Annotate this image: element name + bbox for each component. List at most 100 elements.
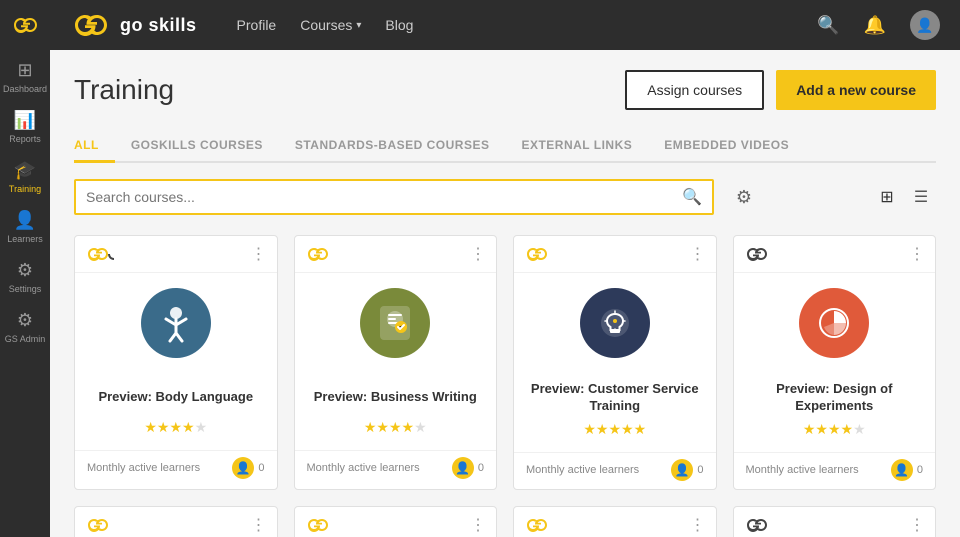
- card-footer-1: Monthly active learners 👤 0: [75, 450, 277, 487]
- tab-all[interactable]: ALL: [74, 130, 115, 163]
- card-logo-6: [305, 515, 337, 535]
- monthly-label-2: Monthly active learners: [307, 462, 420, 474]
- sidebar-item-label: Settings: [9, 284, 42, 294]
- learner-num-2: 0: [478, 462, 484, 474]
- learner-count-3: 👤 0: [671, 459, 703, 481]
- search-icon[interactable]: 🔍: [817, 15, 839, 36]
- page-title: Training: [74, 74, 174, 106]
- topnav-profile[interactable]: Profile: [237, 17, 277, 33]
- learner-count-1: 👤 0: [232, 457, 264, 479]
- card-header-6: ⋮: [295, 507, 497, 537]
- learners-icon: 👤: [14, 210, 36, 231]
- brand-name: go skills: [120, 15, 197, 36]
- blog-label: Blog: [385, 17, 413, 33]
- learner-num-4: 0: [917, 464, 923, 476]
- course-card-4[interactable]: ⋮ Preview: Design of Experiments ★★★: [733, 235, 937, 490]
- course-title-3: Preview: Customer Service Training: [526, 381, 704, 415]
- course-title-1: Preview: Body Language: [87, 381, 265, 413]
- content-area: Training Assign courses Add a new course…: [50, 50, 960, 537]
- search-input[interactable]: [86, 189, 682, 205]
- sidebar-item-training[interactable]: 🎓 Training: [0, 150, 50, 200]
- card-header-3: ⋮: [514, 236, 716, 273]
- sidebar-item-label: Learners: [7, 234, 43, 244]
- main-wrapper: go skills Profile Courses ▾ Blog 🔍 🔔 👤 T…: [50, 0, 960, 537]
- header-buttons: Assign courses Add a new course: [625, 70, 936, 110]
- view-toggle: ⊞ ☰: [872, 182, 936, 212]
- course-card-7[interactable]: ⋮: [513, 506, 717, 537]
- stars-3: ★★★★★: [526, 421, 704, 438]
- settings-icon: ⚙: [17, 260, 33, 281]
- bell-icon[interactable]: 🔔: [864, 15, 886, 36]
- gs-admin-icon: ⚙: [17, 310, 33, 331]
- learner-num-1: 0: [258, 462, 264, 474]
- filter-gear-button[interactable]: ⚙: [726, 179, 762, 215]
- card-logo-2: [305, 244, 337, 264]
- stars-2: ★★★★★: [307, 419, 485, 436]
- topnav-courses[interactable]: Courses ▾: [300, 17, 361, 33]
- card-menu-7[interactable]: ⋮: [690, 515, 706, 535]
- learner-icon-4: 👤: [891, 459, 913, 481]
- monthly-label-3: Monthly active learners: [526, 464, 639, 476]
- card-menu-2[interactable]: ⋮: [470, 244, 486, 264]
- topnav-blog[interactable]: Blog: [385, 17, 413, 33]
- card-header-7: ⋮: [514, 507, 716, 537]
- topnav-logo: go skills: [70, 12, 197, 38]
- course-icon-4: [799, 288, 869, 358]
- card-body-4: Preview: Design of Experiments ★★★★★: [734, 373, 936, 452]
- sidebar-item-settings[interactable]: ⚙ Settings: [0, 250, 50, 300]
- tab-standards[interactable]: STANDARDS-BASED COURSES: [279, 130, 506, 163]
- profile-label: Profile: [237, 17, 277, 33]
- card-header-2: ⋮: [295, 236, 497, 273]
- card-logo-8: [744, 515, 776, 535]
- dashboard-icon: ⊞: [17, 60, 32, 81]
- topnav: go skills Profile Courses ▾ Blog 🔍 🔔 👤: [50, 0, 960, 50]
- sidebar-item-dashboard[interactable]: ⊞ Dashboard: [0, 50, 50, 100]
- course-card-2[interactable]: ⋮ Preview: Business Writing: [294, 235, 498, 490]
- card-menu-5[interactable]: ⋮: [251, 515, 267, 535]
- card-logo-5: [85, 515, 117, 535]
- stars-1: ★★★★★: [87, 419, 265, 436]
- list-view-button[interactable]: ☰: [906, 182, 936, 212]
- card-menu-8[interactable]: ⋮: [909, 515, 925, 535]
- card-body-1: Preview: Body Language ★★★★★: [75, 373, 277, 450]
- learner-num-3: 0: [697, 464, 703, 476]
- sidebar-item-gs-admin[interactable]: ⚙ GS Admin: [0, 300, 50, 350]
- card-menu-4[interactable]: ⋮: [909, 244, 925, 264]
- sidebar-item-label: Reports: [9, 134, 41, 144]
- learner-icon-2: 👤: [452, 457, 474, 479]
- reports-icon: 📊: [14, 110, 36, 131]
- learner-count-4: 👤 0: [891, 459, 923, 481]
- sidebar-item-label: GS Admin: [5, 334, 46, 344]
- sidebar-item-reports[interactable]: 📊 Reports: [0, 100, 50, 150]
- card-menu-3[interactable]: ⋮: [690, 244, 706, 264]
- search-box[interactable]: 🔍: [74, 179, 714, 215]
- card-menu-6[interactable]: ⋮: [470, 515, 486, 535]
- list-icon: ☰: [914, 187, 928, 207]
- avatar[interactable]: 👤: [910, 10, 940, 40]
- card-footer-3: Monthly active learners 👤 0: [514, 452, 716, 489]
- card-logo-7: [524, 515, 556, 535]
- course-card-8[interactable]: ⋮: [733, 506, 937, 537]
- tab-goskills[interactable]: GOSKILLS COURSES: [115, 130, 279, 163]
- course-card-6[interactable]: ⋮: [294, 506, 498, 537]
- assign-courses-button[interactable]: Assign courses: [625, 70, 764, 110]
- card-footer-2: Monthly active learners 👤 0: [295, 450, 497, 487]
- card-menu-1[interactable]: ⋮: [251, 244, 267, 264]
- sidebar-item-label: Training: [9, 184, 41, 194]
- course-card-3[interactable]: ⋮ Preview: Customer Service Tra: [513, 235, 717, 490]
- grid-view-button[interactable]: ⊞: [872, 182, 902, 212]
- card-image-3: [514, 273, 716, 373]
- add-course-button[interactable]: Add a new course: [776, 70, 936, 110]
- tab-external[interactable]: EXTERNAL LINKS: [505, 130, 648, 163]
- monthly-label-1: Monthly active learners: [87, 462, 200, 474]
- card-body-3: Preview: Customer Service Training ★★★★★: [514, 373, 716, 452]
- page-header: Training Assign courses Add a new course: [74, 70, 936, 110]
- tab-embedded[interactable]: EMBEDDED VIDEOS: [648, 130, 805, 163]
- search-magnifier-icon: 🔍: [682, 187, 702, 207]
- course-card-1[interactable]: ⋮ P: [74, 235, 278, 490]
- learner-count-2: 👤 0: [452, 457, 484, 479]
- sidebar-logo: [0, 0, 50, 50]
- card-image-1: [75, 273, 277, 373]
- course-card-5[interactable]: ⋮: [74, 506, 278, 537]
- sidebar-item-learners[interactable]: 👤 Learners: [0, 200, 50, 250]
